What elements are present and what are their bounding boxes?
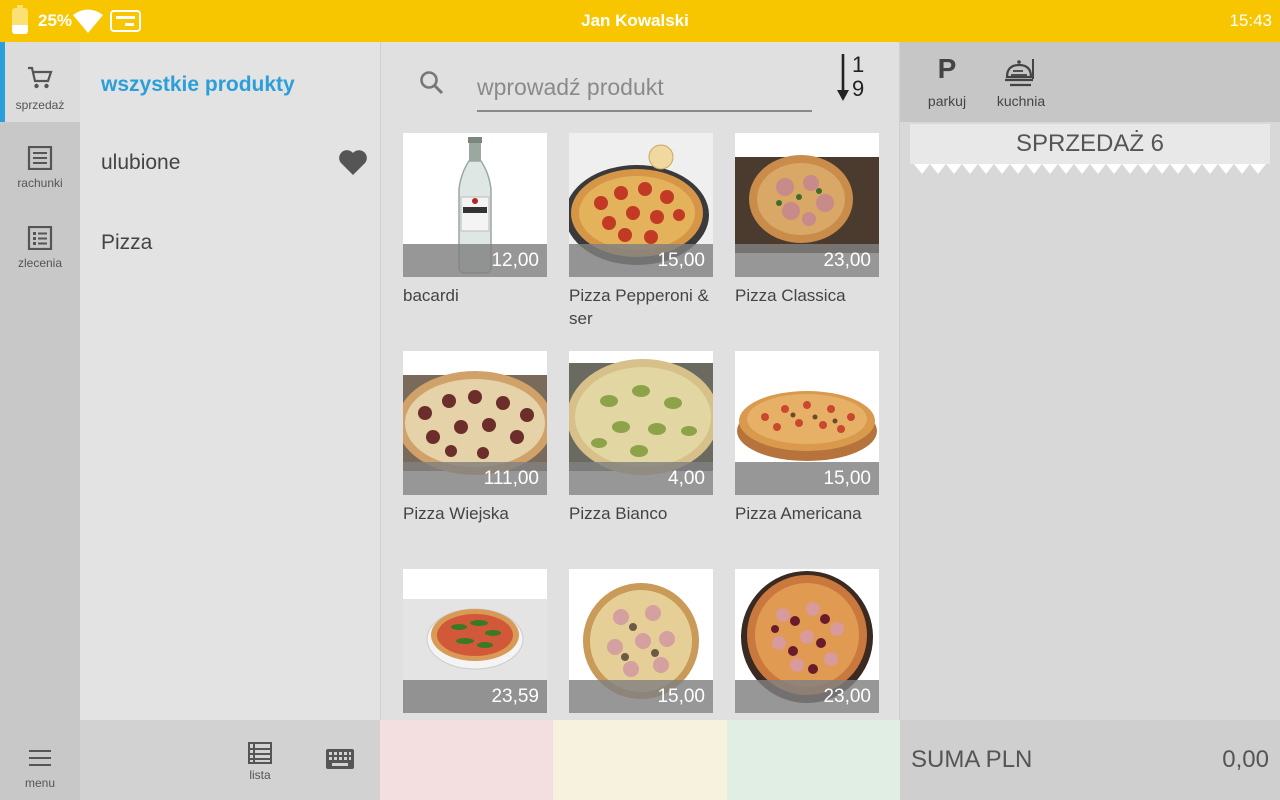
keyboard-icon[interactable]: [326, 749, 354, 769]
product-grid-panel: 1 9 12,00 bacardi: [380, 42, 900, 720]
category-favorites[interactable]: ulubione: [101, 151, 180, 175]
clock: 15:43: [1229, 11, 1272, 30]
rail-item-zlecenia[interactable]: zlecenia: [0, 202, 80, 282]
sum-label: SUMA PLN: [911, 746, 1033, 773]
rail-item-sprzedaz[interactable]: sprzedaż: [0, 42, 80, 122]
product-tile[interactable]: 4,00 Pizza Bianco: [569, 351, 713, 525]
product-tile[interactable]: 12,00 bacardi: [403, 133, 547, 307]
product-tile[interactable]: 23,00 Pizza Classica: [735, 133, 879, 307]
product-image-pizza-classica: 23,00: [735, 133, 879, 277]
order-title: SPRZEDAŻ 6: [910, 124, 1270, 164]
list-view-button[interactable]: lista: [247, 742, 273, 782]
product-name: bacardi: [403, 286, 459, 305]
category-pizza[interactable]: Pizza: [101, 231, 152, 255]
menu-button[interactable]: menu: [0, 720, 80, 800]
list-icon: [248, 742, 272, 764]
product-name: Pizza Pepperoni & ser: [569, 286, 709, 328]
order-panel: P parkuj kuchnia SPRZEDAŻ 6: [900, 42, 1280, 800]
sum-value: 0,00: [1222, 746, 1269, 773]
product-price: 4,00: [569, 462, 713, 495]
search-icon[interactable]: [419, 70, 445, 96]
product-image-pizza-rucola: 23,59: [403, 569, 547, 713]
heart-icon[interactable]: [338, 150, 368, 176]
color-slot-pink[interactable]: [380, 720, 553, 800]
product-price: 12,00: [403, 244, 547, 277]
product-tile[interactable]: 23,59: [403, 569, 547, 713]
kitchen-icon: [1005, 59, 1034, 87]
parking-icon: P: [937, 53, 957, 84]
rail-item-label: zlecenia: [17, 256, 63, 270]
product-search-input[interactable]: [477, 64, 812, 112]
product-tile[interactable]: 15,00: [569, 569, 713, 713]
product-price: 23,00: [735, 244, 879, 277]
nav-rail: sprzedaż rachunki zlecenia menu: [0, 42, 80, 800]
category-panel: wszystkie produkty ulubione Pizza: [80, 42, 380, 720]
product-name: Pizza Bianco: [569, 504, 668, 523]
status-bar: 25% Jan Kowalski 15:43: [0, 0, 1280, 42]
product-image-pizza-cranberry: 23,00: [735, 569, 879, 713]
list-view-label: lista: [249, 768, 271, 782]
order-toolbar: P parkuj kuchnia: [900, 42, 1280, 122]
rail-item-rachunki[interactable]: rachunki: [0, 122, 80, 202]
park-label: parkuj: [927, 93, 967, 109]
kitchen-label: kuchnia: [996, 93, 1046, 109]
product-price: 23,59: [403, 680, 547, 713]
rail-item-label: sprzedaż: [15, 98, 65, 112]
product-image-pizza-pepperoni: 15,00: [569, 133, 713, 277]
sort-label-bottom: 9: [852, 76, 865, 101]
color-slot-cream[interactable]: [553, 720, 727, 800]
checklist-icon: [27, 226, 53, 250]
park-button[interactable]: P parkuj: [922, 42, 972, 122]
product-price: 15,00: [735, 462, 879, 495]
sum-bar: SUMA PLN 0,00: [900, 720, 1280, 800]
product-name: Pizza Classica: [735, 286, 846, 305]
category-toolbar: lista: [80, 720, 380, 800]
user-name: Jan Kowalski: [581, 11, 689, 30]
sort-label-top: 1: [852, 52, 865, 77]
product-price: 23,00: [735, 680, 879, 713]
rail-item-label: rachunki: [17, 176, 63, 190]
product-tile[interactable]: 15,00 Pizza Americana: [735, 351, 879, 525]
product-image-pizza-americana: 15,00: [735, 351, 879, 495]
product-tile[interactable]: 15,00 Pizza Pepperoni & ser: [569, 133, 713, 330]
color-slot-mint[interactable]: [727, 720, 900, 800]
product-price: 15,00: [569, 680, 713, 713]
product-name: Pizza Americana: [735, 504, 862, 523]
receipt-zigzag: [910, 162, 1270, 174]
receipt-icon: [27, 146, 53, 170]
product-image-pizza-ham: 15,00: [569, 569, 713, 713]
product-price: 111,00: [403, 462, 547, 495]
product-name: Pizza Wiejska: [403, 504, 509, 523]
sort-arrow-icon: [837, 54, 849, 101]
hamburger-icon: [29, 750, 51, 766]
cart-icon: [28, 66, 53, 89]
product-price: 15,00: [569, 244, 713, 277]
product-image-pizza-wiejska: 111,00: [403, 351, 547, 495]
menu-label: menu: [24, 776, 56, 790]
product-tile[interactable]: 23,00: [735, 569, 879, 713]
category-all-products[interactable]: wszystkie produkty: [101, 73, 295, 97]
kitchen-button[interactable]: kuchnia: [991, 42, 1051, 122]
sort-button[interactable]: 1 9: [836, 52, 876, 104]
product-image-pizza-bianco: 4,00: [569, 351, 713, 495]
product-tile[interactable]: 111,00 Pizza Wiejska: [403, 351, 547, 525]
product-image-bottle: 12,00: [403, 133, 547, 277]
